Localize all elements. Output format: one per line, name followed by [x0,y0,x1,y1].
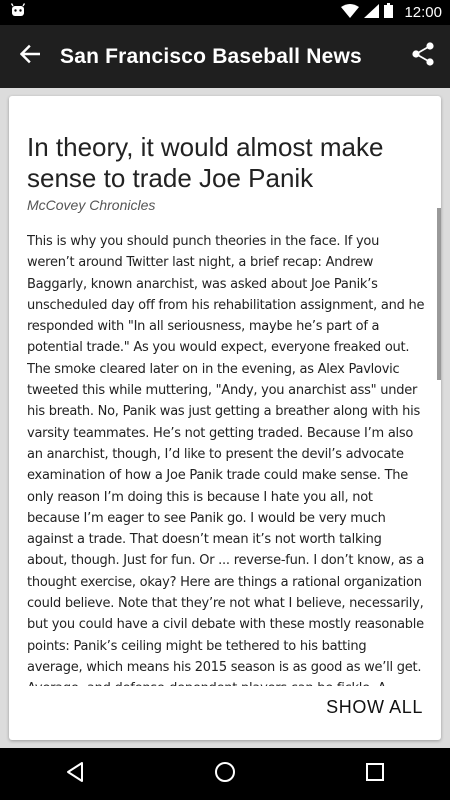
nav-recents-button[interactable] [345,748,405,800]
status-right: 12:00 [341,3,450,22]
show-all-button[interactable]: SHOW ALL [326,697,423,718]
app-bar: San Francisco Baseball News [0,25,450,88]
content-area: In theory, it would almost make sense to… [0,88,450,748]
wifi-icon [341,3,360,22]
home-circle-icon [214,761,236,788]
status-left [0,3,26,22]
article-card: In theory, it would almost make sense to… [9,96,441,740]
scrollbar-thumb[interactable] [437,208,441,380]
signal-icon [364,3,380,22]
share-icon [412,42,434,71]
back-triangle-icon [65,761,85,788]
android-icon [10,3,26,22]
nav-home-button[interactable] [195,748,255,800]
nav-back-button[interactable] [45,748,105,800]
article-body[interactable]: This is why you should punch theories in… [27,231,425,686]
nav-bar [0,748,450,800]
article-source: McCovey Chronicles [27,197,156,213]
back-button[interactable] [0,25,60,88]
recents-square-icon [365,762,385,787]
status-bar: 12:00 [0,0,450,25]
article-title: In theory, it would almost make sense to… [27,132,384,193]
back-arrow-icon [19,44,41,69]
battery-icon [384,3,394,22]
share-button[interactable] [396,25,450,88]
app-title: San Francisco Baseball News [60,44,362,68]
status-time: 12:00 [404,4,442,21]
